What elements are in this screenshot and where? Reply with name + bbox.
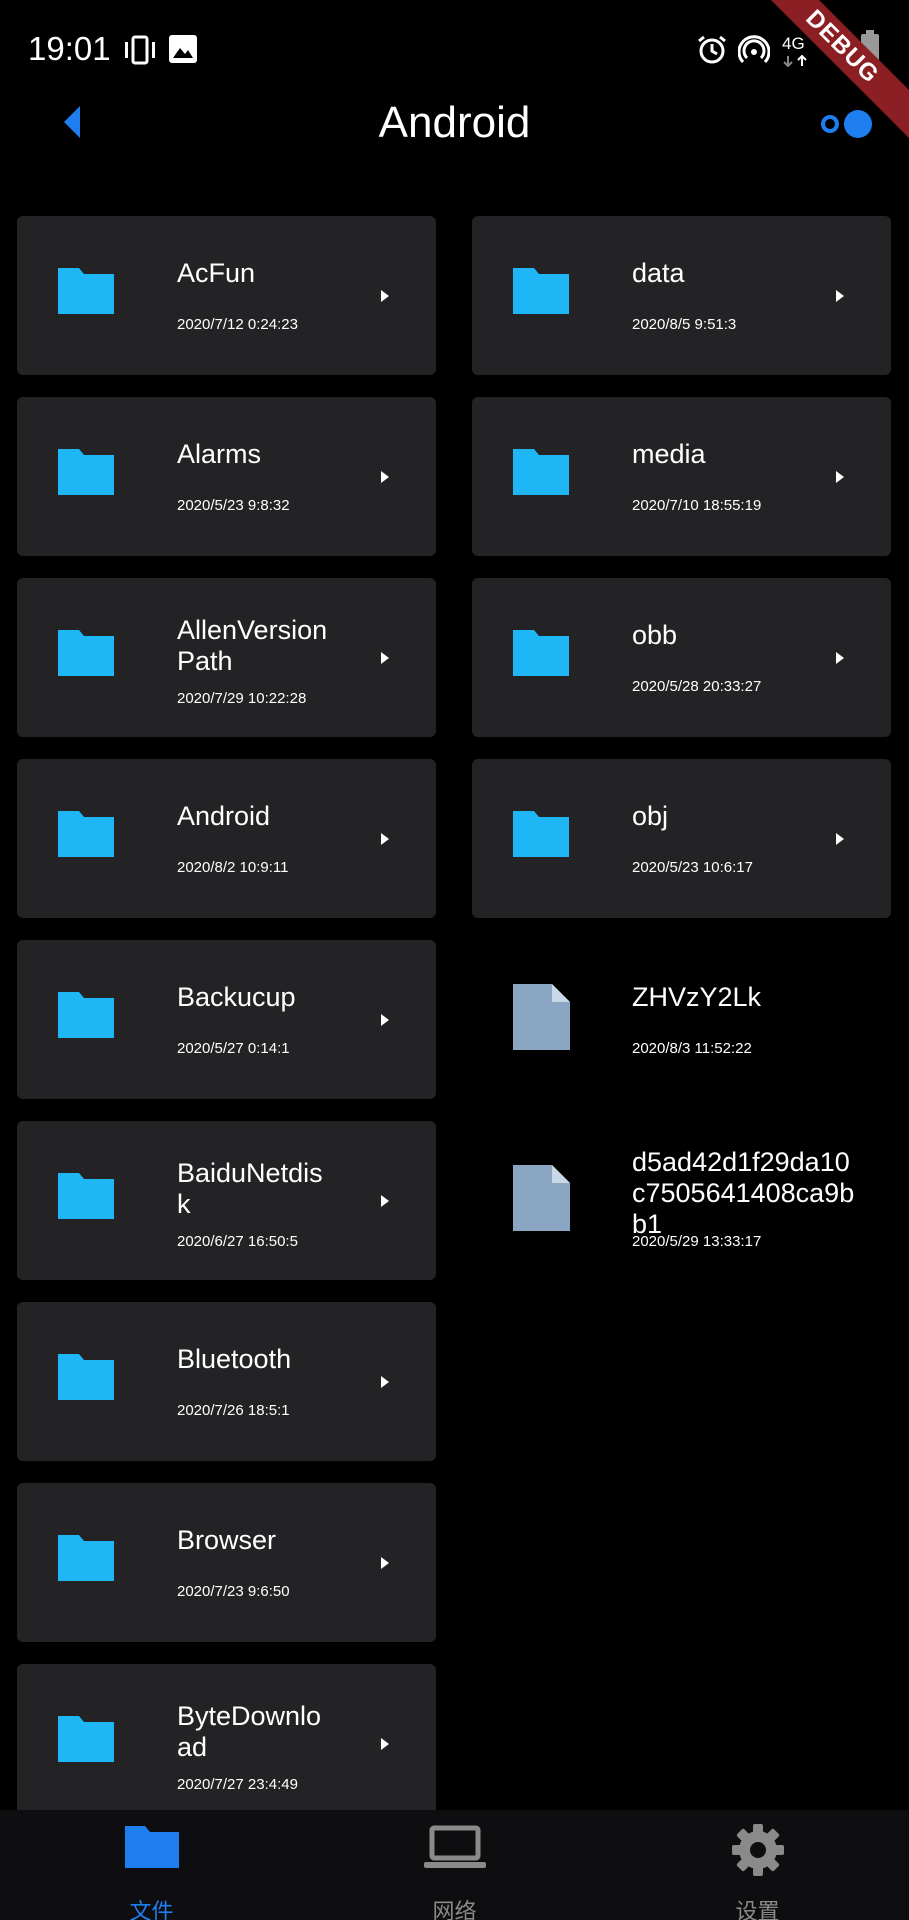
folder-icon [58, 1354, 114, 1400]
folder-card[interactable]: Backucup 2020/5/27 0:14:1 [17, 940, 436, 1099]
folder-card[interactable]: Alarms 2020/5/23 9:8:32 [17, 397, 436, 556]
folder-icon [513, 811, 569, 857]
folder-icon [513, 449, 569, 495]
vibrate-icon [125, 35, 155, 65]
modified-date: 2020/7/10 18:55:19 [632, 497, 762, 514]
folder-name: data [632, 258, 685, 288]
caret-right-icon [836, 290, 844, 302]
folder-name: Browser [177, 1525, 277, 1555]
folder-icon [58, 449, 114, 495]
folder-name: Alarms [177, 439, 262, 469]
folder-card[interactable]: media 2020/7/10 18:55:19 [472, 397, 891, 556]
nav-tab-settings[interactable]: 设置 [606, 1810, 909, 1920]
folder-card[interactable]: AcFun 2020/7/12 0:24:23 [17, 216, 436, 375]
caret-right-icon [381, 1557, 389, 1569]
modified-date: 2020/6/27 16:50:5 [177, 1233, 298, 1250]
nav-label: 设置 [735, 1899, 780, 1920]
folder-icon [58, 268, 114, 314]
caret-right-icon [381, 290, 389, 302]
file-grid-left: AcFun 2020/7/12 0:24:23 Alarms 2020/5/23… [17, 216, 436, 1845]
folder-name: ByteDownload [177, 1701, 322, 1762]
folder-name: BaiduNetdisk [177, 1158, 323, 1219]
folder-icon [58, 1535, 114, 1581]
file-name: ZHVzY2Lk [632, 982, 762, 1012]
folder-name: obj [632, 801, 669, 831]
file-card[interactable]: ZHVzY2Lk 2020/8/3 11:52:22 [472, 940, 891, 1099]
file-icon [513, 1165, 570, 1231]
caret-right-icon [381, 471, 389, 483]
folder-name: obb [632, 620, 678, 650]
folder-name: Backucup [177, 982, 296, 1012]
folder-card[interactable]: Android 2020/8/2 10:9:11 [17, 759, 436, 918]
folder-card[interactable]: AllenVersionPath 2020/7/29 10:22:28 [17, 578, 436, 737]
file-card[interactable]: d5ad42d1f29da10c7505641408ca9bb1 2020/5/… [472, 1121, 891, 1280]
caret-right-icon [381, 1738, 389, 1750]
folder-icon [58, 630, 114, 676]
modified-date: 2020/7/27 23:4:49 [177, 1776, 298, 1793]
folder-icon [58, 811, 114, 857]
data-transfer-icon [783, 54, 807, 68]
modified-date: 2020/5/29 13:33:17 [632, 1233, 762, 1250]
caret-right-icon [381, 652, 389, 664]
modified-date: 2020/5/23 9:8:32 [177, 497, 290, 514]
folder-name: AllenVersionPath [177, 615, 328, 676]
caret-right-icon [836, 652, 844, 664]
caret-right-icon [381, 833, 389, 845]
modified-date: 2020/7/12 0:24:23 [177, 316, 298, 333]
modified-date: 2020/5/27 0:14:1 [177, 1040, 290, 1057]
modified-date: 2020/8/5 9:51:3 [632, 316, 737, 333]
modified-date: 2020/8/2 10:9:11 [177, 859, 289, 876]
folder-card[interactable]: obj 2020/5/23 10:6:17 [472, 759, 891, 918]
alarm-icon [698, 35, 726, 64]
caret-right-icon [836, 471, 844, 483]
modified-date: 2020/7/23 9:6:50 [177, 1583, 290, 1600]
modified-date: 2020/7/26 18:5:1 [177, 1402, 290, 1419]
folder-card[interactable]: BaiduNetdisk 2020/6/27 16:50:5 [17, 1121, 436, 1280]
status-bar: 19:01 4G DEBUG [0, 0, 909, 148]
folder-icon [124, 1826, 179, 1868]
folder-card[interactable]: Bluetooth 2020/7/26 18:5:1 [17, 1302, 436, 1461]
modified-date: 2020/8/3 11:52:22 [632, 1040, 752, 1057]
modified-date: 2020/7/29 10:22:28 [177, 690, 307, 707]
folder-icon [58, 1173, 114, 1219]
status-time: 19:01 [28, 30, 111, 67]
page-title: Android [378, 98, 531, 147]
folder-card[interactable]: data 2020/8/5 9:51:3 [472, 216, 891, 375]
image-icon [169, 35, 197, 63]
folder-icon [58, 992, 114, 1038]
modified-date: 2020/5/23 10:6:17 [632, 859, 753, 876]
nav-label: 网络 [432, 1899, 477, 1920]
hotspot-icon [738, 35, 770, 64]
nav-label: 文件 [129, 1899, 174, 1920]
caret-right-icon [381, 1195, 389, 1207]
caret-right-icon [836, 833, 844, 845]
folder-name: Android [177, 801, 271, 831]
file-grid-right: data 2020/8/5 9:51:3 media 2020/7/10 18:… [472, 216, 891, 1302]
caret-right-icon [381, 1376, 389, 1388]
bottom-navigation: 文件 网络 设置 [0, 1810, 909, 1920]
laptop-icon [423, 1825, 486, 1868]
nav-tab-files[interactable]: 文件 [0, 1810, 303, 1920]
folder-name: media [632, 439, 706, 469]
gear-icon [731, 1824, 784, 1876]
folder-name: AcFun [177, 258, 256, 288]
view-toggle-icon[interactable] [818, 108, 878, 140]
file-icon [513, 984, 570, 1050]
folder-card[interactable]: obb 2020/5/28 20:33:27 [472, 578, 891, 737]
modified-date: 2020/5/28 20:33:27 [632, 678, 762, 695]
folder-name: Bluetooth [177, 1344, 292, 1374]
file-name: d5ad42d1f29da10c7505641408ca9bb1 [632, 1147, 855, 1239]
folder-icon [513, 268, 569, 314]
nav-tab-network[interactable]: 网络 [303, 1810, 606, 1920]
folder-icon [58, 1716, 114, 1762]
folder-card[interactable]: ByteDownload 2020/7/27 23:4:49 [17, 1664, 436, 1823]
network-type: 4G [782, 34, 805, 53]
folder-icon [513, 630, 569, 676]
folder-card[interactable]: Browser 2020/7/23 9:6:50 [17, 1483, 436, 1642]
caret-right-icon [381, 1014, 389, 1026]
